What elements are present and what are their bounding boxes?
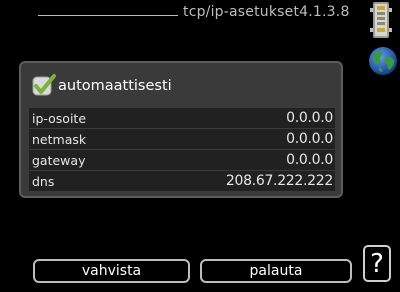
automatic-label: automaattisesti	[58, 78, 172, 94]
confirm-button[interactable]: vahvista	[33, 259, 190, 283]
ip-address-row[interactable]: ip-osoite 0.0.0.0	[29, 108, 335, 128]
ip-address-value: 0.0.0.0	[286, 110, 333, 126]
netmask-value: 0.0.0.0	[286, 131, 333, 147]
help-button[interactable]: ?	[363, 245, 391, 282]
gateway-label: gateway	[32, 152, 86, 168]
dns-row[interactable]: dns 208.67.222.222	[29, 171, 335, 191]
reset-button[interactable]: palauta	[200, 259, 352, 283]
gateway-value: 0.0.0.0	[286, 152, 333, 168]
check-icon[interactable]	[31, 73, 57, 99]
tcp-ip-settings-panel: automaattisesti ip-osoite 0.0.0.0 netmas…	[19, 61, 343, 198]
dns-label: dns	[32, 173, 55, 189]
page-title: tcp/ip-asetukset4.1.3.8	[183, 4, 350, 20]
tcp-ip-settings-screen: tcp/ip-asetukset4.1.3.8 automaattisesti …	[0, 0, 400, 292]
netmask-label: netmask	[32, 131, 87, 147]
network-settings-list: ip-osoite 0.0.0.0 netmask 0.0.0.0 gatewa…	[29, 108, 335, 192]
header-divider	[38, 15, 178, 16]
dns-value: 208.67.222.222	[225, 173, 333, 189]
globe-icon	[369, 47, 397, 75]
gateway-row[interactable]: gateway 0.0.0.0	[29, 150, 335, 170]
device-icon	[370, 2, 392, 38]
netmask-row[interactable]: netmask 0.0.0.0	[29, 129, 335, 149]
ip-address-label: ip-osoite	[32, 110, 87, 126]
automatic-checkbox-row[interactable]: automaattisesti	[31, 71, 172, 101]
